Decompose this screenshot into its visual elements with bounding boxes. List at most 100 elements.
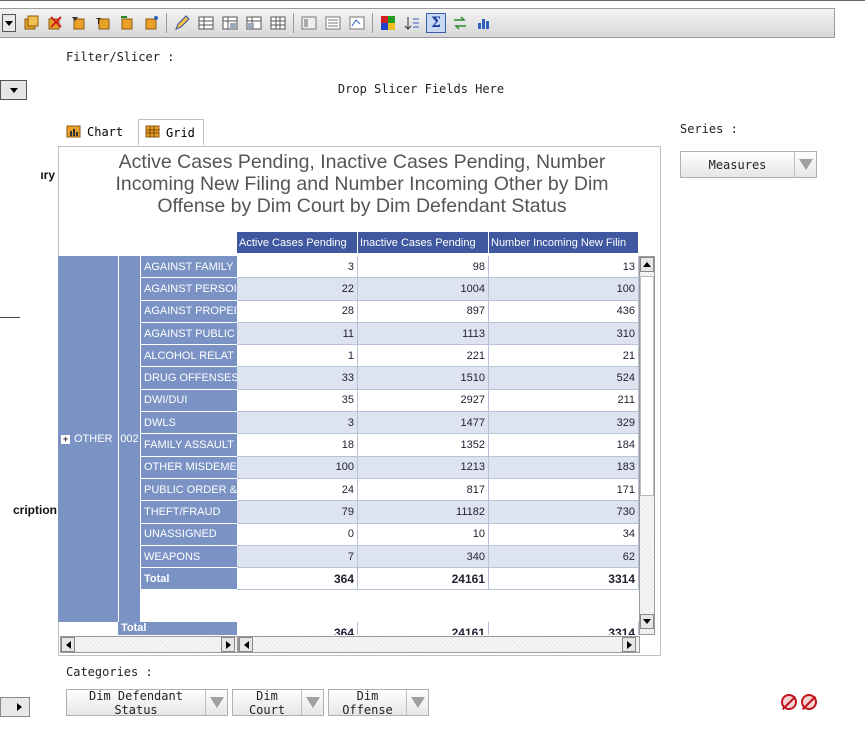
cell: 7 (237, 545, 358, 569)
no-chart-icon[interactable] (781, 694, 797, 710)
table-row[interactable]: AGAINST PERSOI 22 1004 100 (140, 278, 639, 301)
cell: 436 (489, 300, 639, 323)
color-icon[interactable] (378, 13, 398, 33)
table-add-icon[interactable] (244, 13, 264, 33)
sum-icon[interactable]: Σ (426, 13, 446, 33)
left-panel-label-1: ıry (40, 168, 55, 182)
status-label: OTHER (74, 433, 113, 445)
table-row[interactable]: AGAINST PROPEI 28 897 436 (140, 300, 639, 323)
grid-rows: AGAINST FAMILY 3 98 13 AGAINST PERSOI 22 1004… (140, 256, 639, 591)
cell: 62 (489, 545, 639, 569)
toolbar-dropdown-button[interactable] (2, 14, 16, 32)
toolbar-separator (293, 13, 294, 33)
table-icon[interactable] (196, 13, 216, 33)
chevron-down-icon[interactable] (205, 690, 227, 715)
cell: 329 (489, 412, 639, 435)
scroll-right-button[interactable] (622, 637, 636, 652)
grid-icon (145, 123, 161, 142)
slicer-drop-zone[interactable]: Drop Slicer Fields Here (66, 72, 776, 108)
chevron-down-icon[interactable] (406, 690, 428, 715)
chart-icon (66, 123, 82, 142)
left-scroll-right-button[interactable] (0, 697, 30, 717)
properties-icon[interactable] (347, 13, 367, 33)
left-dropdown-button[interactable] (0, 80, 27, 100)
cell: 21 (489, 345, 639, 368)
column-header[interactable]: Inactive Cases Pending (358, 232, 489, 253)
grand-total-label: Total (118, 622, 237, 635)
table-row[interactable]: DRUG OFFENSES 33 1510 524 (140, 367, 639, 390)
row-label: UNASSIGNED (140, 523, 237, 546)
row-header-status[interactable]: + OTHER (58, 256, 118, 622)
table-row[interactable]: DWLS 3 1477 329 (140, 412, 639, 435)
grand-total-row[interactable]: Total 364 24161 3314 (118, 622, 639, 635)
table-row[interactable]: OTHER MISDEME 100 1213 183 (140, 456, 639, 479)
cell: 3 (237, 412, 358, 435)
cube-arrow-icon[interactable] (117, 13, 137, 33)
table-row[interactable]: DWI/DUI 35 2927 211 (140, 389, 639, 413)
tab-grid[interactable]: Grid (138, 119, 204, 145)
table-row[interactable]: ALCOHOL RELAT 1 221 21 (140, 345, 639, 368)
cell: 11182 (358, 501, 489, 524)
sort-icon[interactable] (402, 13, 422, 33)
swap-icon[interactable] (450, 13, 470, 33)
row-label: FAMILY ASSAULT (140, 434, 237, 457)
scroll-up-button[interactable] (640, 257, 654, 272)
column-header[interactable]: Active Cases Pending (237, 232, 358, 253)
horizontal-scrollbar-right[interactable] (238, 636, 640, 653)
cube-icon[interactable] (21, 13, 41, 33)
table-row[interactable]: FAMILY ASSAULT 18 1352 184 (140, 434, 639, 457)
bottom-right-icons (781, 694, 817, 710)
table-row[interactable]: THEFT/FRAUD 79 11182 730 (140, 501, 639, 524)
left-divider (0, 317, 20, 318)
table-row[interactable]: PUBLIC ORDER & 24 817 171 (140, 478, 639, 502)
row-label: WEAPONS (140, 545, 237, 569)
chevron-down-icon[interactable] (794, 152, 816, 177)
pencil-icon[interactable] (172, 13, 192, 33)
tab-chart[interactable]: Chart (60, 119, 131, 145)
horizontal-scrollbar-left[interactable] (60, 636, 238, 653)
cell: 34 (489, 523, 639, 546)
cube-filter-icon[interactable] (69, 13, 89, 33)
category-chip-offense[interactable]: Dim Offense (328, 689, 429, 717)
table-copy-icon[interactable] (220, 13, 240, 33)
cell: 221 (358, 345, 489, 368)
cell: 24161 (358, 622, 489, 635)
series-measures-chip[interactable]: Measures (680, 151, 817, 178)
cell: 3314 (489, 568, 639, 591)
no-edit-icon[interactable] (801, 694, 817, 710)
vertical-scroll-thumb[interactable] (640, 276, 654, 496)
table-row[interactable]: AGAINST PUBLIC 11 1113 310 (140, 322, 639, 346)
chevron-down-icon[interactable] (301, 690, 323, 715)
cube-text-icon[interactable]: T (93, 13, 113, 33)
cell: 33 (237, 367, 358, 390)
column-header[interactable]: Number Incoming New Filin (489, 232, 639, 253)
series-label: Series : (680, 122, 738, 136)
cell: 11 (237, 322, 358, 346)
chart-bars-icon[interactable] (474, 13, 494, 33)
cell: 3 (237, 256, 358, 279)
subtotal-row[interactable]: Total 364 24161 3314 (140, 568, 639, 591)
cell: 98 (358, 256, 489, 279)
scroll-left-button[interactable] (61, 637, 75, 652)
cell: 13 (489, 256, 639, 279)
row-label: AGAINST PUBLIC (140, 322, 237, 346)
row-label: ALCOHOL RELAT (140, 345, 237, 368)
list-icon[interactable] (323, 13, 343, 33)
scroll-right-button[interactable] (221, 637, 235, 652)
cube-star-icon[interactable] (141, 13, 161, 33)
table-row[interactable]: AGAINST FAMILY 3 98 13 (140, 256, 639, 279)
expand-icon[interactable]: + (61, 434, 70, 444)
row-label: AGAINST FAMILY (140, 256, 237, 279)
scroll-left-button[interactable] (239, 637, 253, 652)
row-label: DWI/DUI (140, 389, 237, 413)
category-chip-court[interactable]: Dim Court (232, 689, 324, 717)
cell: 100 (237, 456, 358, 479)
row-header-court[interactable]: 002 (118, 256, 140, 622)
cube-red-icon[interactable] (45, 13, 65, 33)
table-row[interactable]: WEAPONS 7 340 62 (140, 545, 639, 569)
table-grid-icon[interactable] (268, 13, 288, 33)
category-chip-defendant-status[interactable]: Dim Defendant Status (66, 689, 228, 717)
scroll-down-button[interactable] (640, 614, 654, 629)
layout-icon[interactable] (299, 13, 319, 33)
table-row[interactable]: UNASSIGNED 0 10 34 (140, 523, 639, 546)
